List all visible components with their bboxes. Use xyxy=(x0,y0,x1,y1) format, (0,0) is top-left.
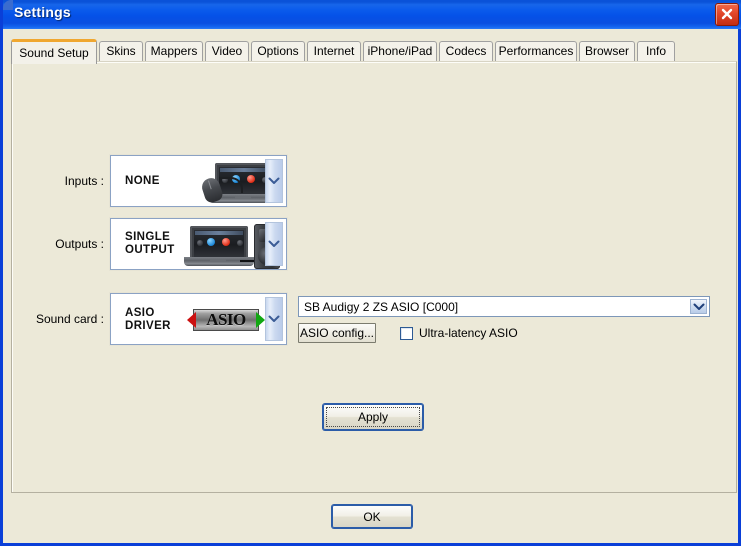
chevron-down-icon xyxy=(269,315,280,323)
tab-label: Mappers xyxy=(151,44,198,58)
tab-label: Performances xyxy=(499,44,574,58)
asio-config-label: ASIO config... xyxy=(299,326,375,340)
tab-label: iPhone/iPad xyxy=(368,44,433,58)
close-x-icon xyxy=(720,7,734,21)
sound-setup-panel: Inputs : NONE xyxy=(11,61,737,493)
chevron-down-icon xyxy=(269,240,280,248)
sound-card-label: Sound card : xyxy=(12,312,104,326)
ok-label: OK xyxy=(333,510,411,524)
sound-card-value: ASIO DRIVER xyxy=(125,307,171,333)
asio-config-button[interactable]: ASIO config... xyxy=(298,323,376,343)
titlebar-corner xyxy=(3,0,13,10)
asio-device-value: SB Audigy 2 ZS ASIO [C000] xyxy=(304,300,458,314)
inputs-value: NONE xyxy=(125,175,160,188)
tab-skins[interactable]: Skins xyxy=(99,41,143,62)
close-button[interactable] xyxy=(715,3,739,26)
asio-device-dropdown-arrow[interactable] xyxy=(690,299,707,314)
ultra-latency-label: Ultra-latency ASIO xyxy=(419,326,518,340)
tab-label: Internet xyxy=(314,44,355,58)
tab-sound-setup[interactable]: Sound Setup xyxy=(11,39,97,64)
tab-label: Options xyxy=(257,44,298,58)
tab-label: Sound Setup xyxy=(19,46,88,60)
checkbox-box[interactable] xyxy=(400,327,413,340)
ok-button[interactable]: OK xyxy=(332,505,412,528)
tab-options[interactable]: Options xyxy=(251,41,305,62)
tab-video[interactable]: Video xyxy=(205,41,249,62)
outputs-combo[interactable]: SINGLE OUTPUT xyxy=(110,218,287,270)
settings-window: Settings Sound Setup Skins Mappers Video… xyxy=(0,0,741,546)
asio-logo-text: ASIO xyxy=(194,310,258,330)
tab-mappers[interactable]: Mappers xyxy=(145,41,203,62)
tab-iphone-ipad[interactable]: iPhone/iPad xyxy=(363,41,437,62)
chevron-down-icon xyxy=(693,303,704,311)
asio-logo-image: ASIO xyxy=(186,309,266,331)
tab-performances[interactable]: Performances xyxy=(495,41,577,62)
outputs-dropdown-arrow[interactable] xyxy=(265,222,283,266)
tab-browser[interactable]: Browser xyxy=(579,41,635,62)
tab-label: Info xyxy=(646,44,666,58)
apply-button[interactable]: Apply xyxy=(323,404,423,430)
tab-internet[interactable]: Internet xyxy=(307,41,361,62)
chevron-down-icon xyxy=(269,177,280,185)
window-title: Settings xyxy=(14,4,71,20)
tab-label: Browser xyxy=(585,44,629,58)
tab-label: Video xyxy=(212,44,242,58)
outputs-label: Outputs : xyxy=(12,237,104,251)
inputs-combo[interactable]: NONE xyxy=(110,155,287,207)
tab-label: Codecs xyxy=(446,44,487,58)
inputs-dropdown-arrow[interactable] xyxy=(265,159,283,203)
tab-strip: Sound Setup Skins Mappers Video Options … xyxy=(11,39,737,62)
tab-label: Skins xyxy=(106,44,135,58)
tab-info[interactable]: Info xyxy=(637,41,675,62)
tab-codecs[interactable]: Codecs xyxy=(439,41,493,62)
inputs-label: Inputs : xyxy=(12,174,104,188)
title-bar: Settings xyxy=(3,0,741,29)
sound-card-combo[interactable]: ASIO DRIVER ASIO xyxy=(110,293,287,345)
outputs-value: SINGLE OUTPUT xyxy=(125,231,175,257)
sound-card-dropdown-arrow[interactable] xyxy=(265,297,283,341)
apply-label: Apply xyxy=(324,410,422,424)
asio-device-select[interactable]: SB Audigy 2 ZS ASIO [C000] xyxy=(298,296,710,317)
ultra-latency-checkbox[interactable]: Ultra-latency ASIO xyxy=(400,326,530,342)
